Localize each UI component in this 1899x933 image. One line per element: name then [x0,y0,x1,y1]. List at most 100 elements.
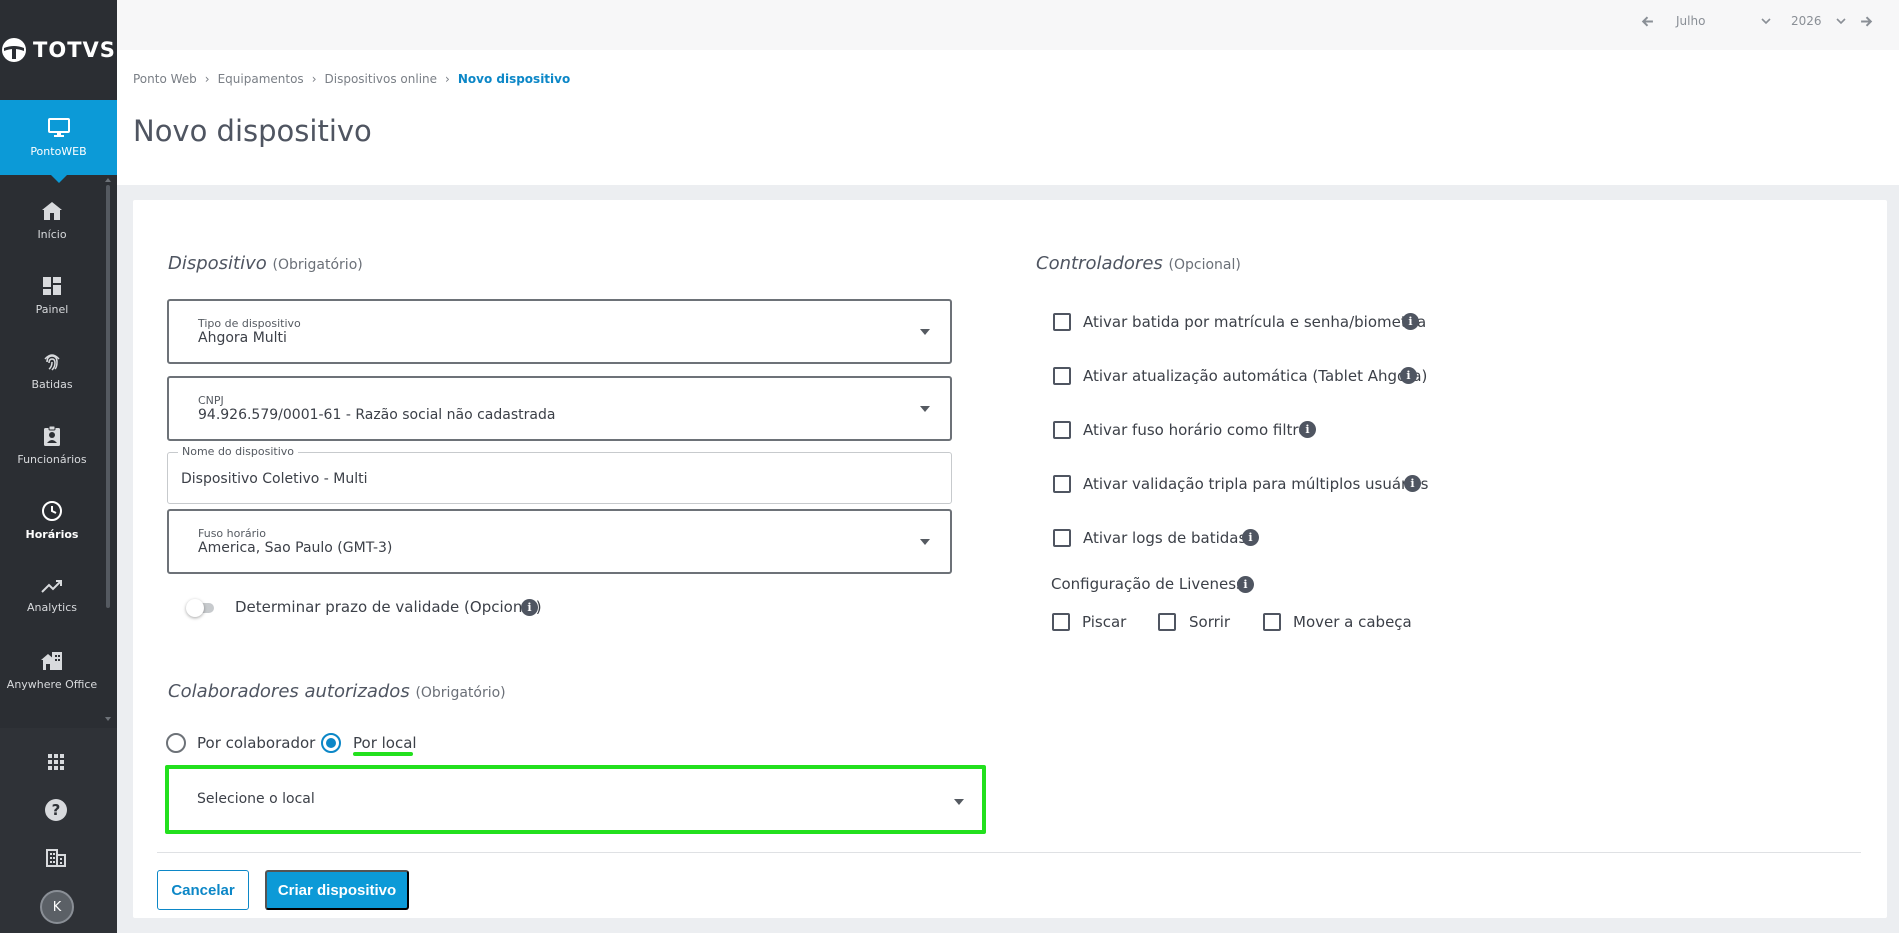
scroll-up-arrow[interactable] [105,178,111,182]
checkbox-batida-matricula[interactable] [1053,313,1071,331]
fuso-horario-select[interactable]: Fuso horário America, Sao Paulo (GMT-3) [167,509,952,574]
checkbox-mover-cabeca[interactable] [1263,613,1281,631]
footer-divider [157,852,1861,853]
radio-por-local[interactable] [321,733,341,753]
sidebar-item-batidas[interactable]: Batidas [0,333,104,408]
select-placeholder: Selecione o local [197,791,315,807]
arrow-right-icon[interactable] [1860,15,1873,28]
radio-label: Por local [353,734,417,752]
info-icon[interactable]: i [1402,313,1419,330]
checkbox-label: Ativar validação tripla para múltiplos u… [1083,475,1429,493]
cnpj-select[interactable]: CNPJ 94.926.579/0001-61 - Razão social n… [167,376,952,441]
period-navigator: Julho 2026 [1641,14,1873,28]
top-bar: Julho 2026 [117,0,1899,50]
user-avatar[interactable]: K [40,890,74,924]
help-icon[interactable]: ? [42,796,70,824]
year-select[interactable]: 2026 [1791,14,1846,28]
validade-toggle[interactable] [186,599,220,617]
sidebar-item-anywhere-office[interactable]: Anywhere Office [0,633,104,708]
checkbox-sorrir[interactable] [1158,613,1176,631]
nome-dispositivo-input[interactable]: Nome do dispositivo Dispositivo Coletivo… [167,445,952,504]
dispositivo-section-title: Dispositivo (Obrigatório) [168,253,363,274]
breadcrumb-item[interactable]: Equipamentos [218,72,304,86]
chevron-down-icon [1836,18,1846,25]
caret-down-icon [920,405,930,412]
sidebar-item-funcionarios[interactable]: Funcionários [0,408,104,483]
section-title-text: Dispositivo [168,253,267,274]
month-value: Julho [1676,14,1706,28]
year-value: 2026 [1791,14,1822,28]
radio-por-colaborador[interactable] [166,733,186,753]
breadcrumb-separator: › [445,72,450,86]
apps-grid-icon[interactable] [42,748,70,776]
app-pontoweb[interactable]: PontoWEB [0,100,117,183]
sidebar-item-label: Funcionários [17,453,87,466]
info-icon[interactable]: i [1299,421,1316,438]
field-value: America, Sao Paulo (GMT-3) [198,540,393,556]
field-value: Ahgora Multi [198,330,287,346]
home-icon [42,202,62,220]
section-title-text: Colaboradores autorizados [168,681,410,702]
info-icon[interactable]: i [1404,475,1421,492]
scroll-down-arrow[interactable] [105,717,111,721]
create-device-button[interactable]: Criar dispositivo [265,870,409,910]
caret-down-icon [954,798,964,805]
sidebar: TOTVS PontoWEB Início Painel Batidas Fun… [0,0,117,933]
checkbox-piscar[interactable] [1052,613,1070,631]
sidebar-item-label: Anywhere Office [6,678,98,691]
dashboard-icon [43,277,61,295]
checkbox-atualizacao-automatica[interactable] [1053,367,1071,385]
checkbox-label: Sorrir [1189,613,1231,631]
breadcrumb-item[interactable]: Ponto Web [133,72,197,86]
caret-down-icon [920,538,930,545]
caret-down-icon [920,328,930,335]
radio-label: Por colaborador [197,734,316,752]
info-icon[interactable]: i [1400,367,1417,384]
breadcrumb-item[interactable]: Dispositivos online [325,72,438,86]
sidebar-item-analytics[interactable]: Analytics [0,558,104,633]
breadcrumb-separator: › [311,72,317,86]
cancel-button[interactable]: Cancelar [157,870,249,910]
fingerprint-icon [44,354,60,371]
checkbox-label: Ativar batida por matrícula e senha/biom… [1083,313,1427,331]
field-label: Nome do dispositivo [178,445,299,458]
svg-text:?: ? [52,801,61,819]
sidebar-item-label: Analytics [27,601,77,614]
sidebar-item-horarios[interactable]: Horários [0,483,104,558]
info-icon[interactable]: i [1242,529,1259,546]
checkbox-label: Ativar atualização automática (Tablet Ah… [1083,367,1428,385]
checkbox-label: Piscar [1082,613,1127,631]
tipo-dispositivo-select[interactable]: Tipo de dispositivo Ahgora Multi [167,299,952,364]
sidebar-item-label: Painel [35,303,69,316]
sidebar-item-label: Início [37,228,67,241]
building-icon[interactable] [42,844,70,872]
info-icon[interactable]: i [1237,576,1254,593]
local-select[interactable]: Selecione o local [165,765,986,834]
toggle-knob [186,599,204,617]
sidebar-item-label: Horários [25,528,79,541]
checkbox-validacao-tripla[interactable] [1053,475,1071,493]
sidebar-item-inicio[interactable]: Início [0,183,104,258]
brand-name: TOTVS [33,38,116,62]
colaboradores-section-title: Colaboradores autorizados (Obrigatório) [168,681,506,702]
arrow-left-icon[interactable] [1641,15,1654,28]
validade-label: Determinar prazo de validade (Opcional) [235,598,542,616]
trending-up-icon [41,580,62,593]
controladores-section-title: Controladores (Opcional) [1036,253,1241,274]
highlight-underline [353,752,413,756]
checkbox-label: Mover a cabeça [1293,613,1412,631]
chevron-down-icon [1761,18,1771,25]
sidebar-scrollbar[interactable] [106,185,110,608]
sidebar-item-painel[interactable]: Painel [0,258,104,333]
month-select[interactable]: Julho [1676,14,1771,28]
totvs-logo-icon [2,38,27,62]
breadcrumb-current: Novo dispositivo [457,72,571,86]
breadcrumb: Ponto Web › Equipamentos › Dispositivos … [133,72,570,86]
checkbox-fuso-filtro[interactable] [1053,421,1071,439]
section-title-text: Controladores [1036,253,1163,274]
totvs-logo[interactable]: TOTVS [0,0,117,100]
info-icon[interactable]: i [521,599,538,616]
field-value: Dispositivo Coletivo - Multi [181,471,368,487]
checkbox-logs-batidas[interactable] [1053,529,1071,547]
app-label: PontoWEB [30,145,87,158]
